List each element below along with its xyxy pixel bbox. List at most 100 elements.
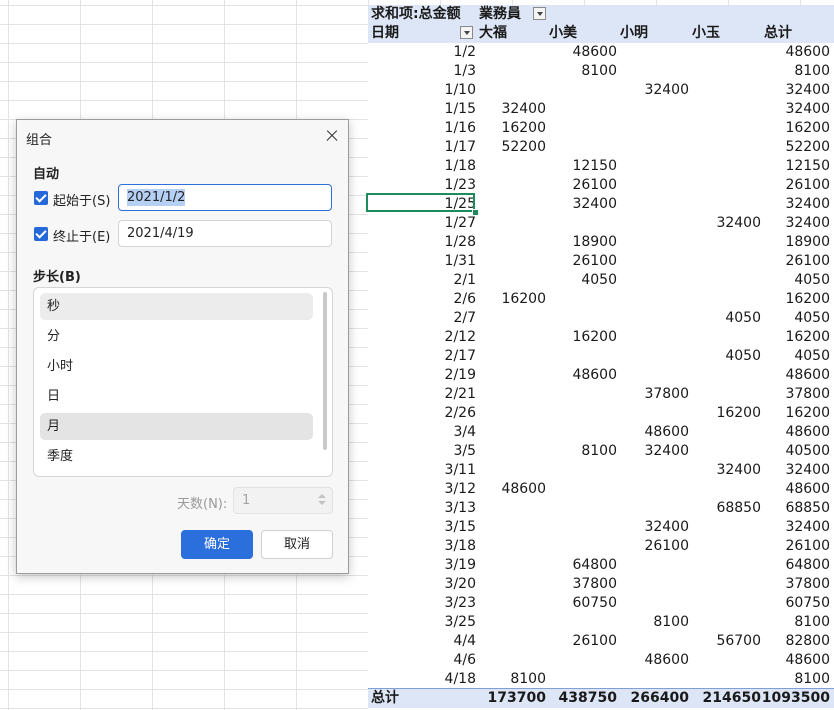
date-cell[interactable]: 3/12	[368, 480, 476, 499]
date-cell[interactable]: 1/27	[368, 214, 476, 233]
date-cell[interactable]: 1/16	[368, 119, 476, 138]
date-cell[interactable]: 4/6	[368, 651, 476, 670]
value-cell[interactable]	[617, 214, 689, 233]
date-cell[interactable]: 1/25	[368, 195, 476, 214]
value-cell[interactable]	[617, 176, 689, 195]
date-cell[interactable]: 3/20	[368, 575, 476, 594]
value-cell[interactable]	[476, 461, 546, 480]
value-cell[interactable]: 64800	[761, 556, 830, 575]
value-cell[interactable]: 8100	[761, 62, 830, 81]
value-cell[interactable]	[617, 404, 689, 423]
pivot-row-field[interactable]: 日期	[368, 24, 458, 43]
value-cell[interactable]: 32400	[761, 214, 830, 233]
date-cell[interactable]: 3/5	[368, 442, 476, 461]
value-cell[interactable]	[476, 385, 546, 404]
date-cell[interactable]: 1/31	[368, 252, 476, 271]
value-cell[interactable]	[617, 43, 689, 62]
value-cell[interactable]: 16200	[761, 328, 830, 347]
value-cell[interactable]	[617, 233, 689, 252]
value-cell[interactable]: 26100	[761, 252, 830, 271]
value-cell[interactable]	[546, 499, 617, 518]
value-cell[interactable]	[689, 537, 761, 556]
value-cell[interactable]	[689, 480, 761, 499]
value-cell[interactable]: 48600	[761, 43, 830, 62]
value-cell[interactable]	[617, 328, 689, 347]
date-cell[interactable]: 3/18	[368, 537, 476, 556]
value-cell[interactable]	[546, 537, 617, 556]
value-cell[interactable]	[617, 366, 689, 385]
value-cell[interactable]	[689, 328, 761, 347]
value-cell[interactable]: 12150	[546, 157, 617, 176]
value-cell[interactable]: 32400	[617, 81, 689, 100]
value-cell[interactable]	[476, 81, 546, 100]
pivot-column-field[interactable]: 業務員	[476, 5, 536, 24]
value-cell[interactable]	[689, 613, 761, 632]
value-cell[interactable]: 52200	[476, 138, 546, 157]
value-cell[interactable]	[476, 366, 546, 385]
row-filter-dropdown-icon[interactable]	[460, 26, 473, 39]
value-cell[interactable]	[617, 290, 689, 309]
value-cell[interactable]: 32400	[761, 518, 830, 537]
value-cell[interactable]	[476, 176, 546, 195]
value-cell[interactable]: 48600	[546, 43, 617, 62]
value-cell[interactable]	[476, 632, 546, 651]
value-cell[interactable]: 4050	[546, 271, 617, 290]
start-date-input[interactable]: 2021/1/2	[118, 184, 332, 211]
value-cell[interactable]	[476, 556, 546, 575]
date-cell[interactable]: 1/3	[368, 62, 476, 81]
value-cell[interactable]: 8100	[761, 670, 830, 689]
value-cell[interactable]: 8100	[546, 62, 617, 81]
date-cell[interactable]: 2/7	[368, 309, 476, 328]
date-cell[interactable]: 2/12	[368, 328, 476, 347]
value-cell[interactable]	[546, 214, 617, 233]
column-header[interactable]: 大福	[476, 24, 546, 43]
value-cell[interactable]	[476, 594, 546, 613]
value-cell[interactable]: 37800	[761, 575, 830, 594]
value-cell[interactable]	[476, 575, 546, 594]
date-cell[interactable]: 3/23	[368, 594, 476, 613]
column-header[interactable]: 小美	[546, 24, 617, 43]
value-cell[interactable]	[476, 347, 546, 366]
value-cell[interactable]: 16200	[476, 119, 546, 138]
value-cell[interactable]	[546, 613, 617, 632]
value-cell[interactable]	[617, 632, 689, 651]
value-cell[interactable]: 8100	[546, 442, 617, 461]
value-cell[interactable]	[546, 119, 617, 138]
value-cell[interactable]	[476, 233, 546, 252]
spinner-icon[interactable]	[318, 493, 326, 507]
value-cell[interactable]	[617, 347, 689, 366]
value-cell[interactable]	[617, 499, 689, 518]
value-cell[interactable]	[476, 62, 546, 81]
value-cell[interactable]: 60750	[761, 594, 830, 613]
value-cell[interactable]	[689, 670, 761, 689]
value-cell[interactable]: 64800	[546, 556, 617, 575]
step-item-quarter[interactable]: 季度	[40, 443, 313, 470]
value-cell[interactable]	[617, 252, 689, 271]
value-cell[interactable]	[617, 670, 689, 689]
step-item-second[interactable]: 秒	[40, 293, 313, 320]
value-cell[interactable]: 26100	[546, 632, 617, 651]
value-cell[interactable]: 48600	[761, 651, 830, 670]
value-cell[interactable]: 32400	[761, 195, 830, 214]
value-cell[interactable]	[617, 594, 689, 613]
step-item-hour[interactable]: 小时	[40, 353, 313, 380]
value-cell[interactable]: 68850	[761, 499, 830, 518]
end-checkbox[interactable]	[34, 227, 48, 241]
value-cell[interactable]	[546, 347, 617, 366]
value-cell[interactable]: 32400	[689, 461, 761, 480]
value-cell[interactable]	[689, 138, 761, 157]
value-cell[interactable]: 32400	[689, 214, 761, 233]
date-cell[interactable]: 3/19	[368, 556, 476, 575]
value-cell[interactable]: 37800	[617, 385, 689, 404]
value-cell[interactable]	[689, 119, 761, 138]
end-date-input[interactable]: 2021/4/19	[118, 220, 332, 247]
value-cell[interactable]: 32400	[546, 195, 617, 214]
date-cell[interactable]: 3/15	[368, 518, 476, 537]
total-cell[interactable]: 438750	[546, 689, 617, 708]
value-cell[interactable]	[617, 100, 689, 119]
total-cell[interactable]: 266400	[617, 689, 689, 708]
date-cell[interactable]: 1/2	[368, 43, 476, 62]
value-cell[interactable]	[617, 480, 689, 499]
value-cell[interactable]	[476, 423, 546, 442]
value-cell[interactable]: 16200	[476, 290, 546, 309]
